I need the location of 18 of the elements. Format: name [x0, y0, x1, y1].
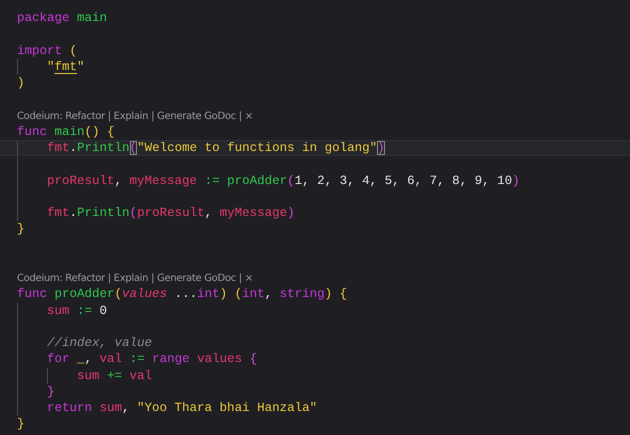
code-line: } [0, 384, 630, 400]
codelens-actions[interactable]: Codeium: Refactor | Explain | Generate GoDoc | × [17, 273, 253, 284]
code-line: //index, value [0, 335, 630, 352]
code-line: } [16, 416, 26, 432]
code-line: fmt.Println(proResult, myMessage) [0, 205, 630, 222]
code-line: "fmt" [0, 58, 630, 75]
code-line: func proAdder(values ...int) (int, string) { [16, 286, 348, 302]
codelens-actions[interactable]: Codeium: Refactor | Explain | Generate GoDoc | × [17, 110, 253, 122]
code-line: sum := 0 [0, 302, 630, 319]
code-line: return sum, "Yoo Thara bhai Hanzala" [0, 400, 630, 416]
code-line: package main [16, 10, 108, 26]
code-line: import ( [16, 42, 78, 59]
code-line: proResult, myMessage := proAdder(1, 2, 3, 4, 5, 6, 7, 8, 9, 10) [0, 172, 630, 189]
code-line: } [16, 221, 26, 238]
code-line: for _, val := range values { [0, 351, 630, 368]
code-line: func main() { [16, 124, 116, 140]
code-line: ) [16, 75, 26, 92]
code-line: sum += val [0, 368, 630, 384]
